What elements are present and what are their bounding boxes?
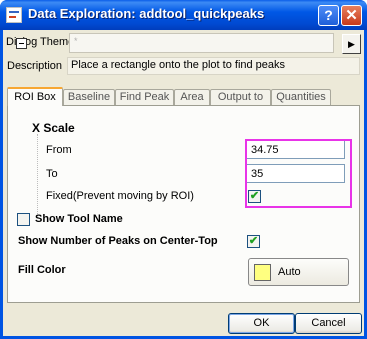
description-label: Description <box>7 60 63 72</box>
dialog-window: Data Exploration: addtool_quickpeaks ? ✕… <box>0 0 367 339</box>
tab-baseline[interactable]: Baseline <box>63 89 115 105</box>
fill-color-button[interactable]: Auto <box>248 258 349 286</box>
collapse-x-scale-icon[interactable] <box>16 38 27 49</box>
theme-menu-arrow-icon[interactable]: ▶ <box>342 34 361 54</box>
tab-quantities[interactable]: Quantities <box>271 89 331 105</box>
show-tool-name-checkbox[interactable] <box>17 213 30 226</box>
tab-roi-box[interactable]: ROI Box <box>7 87 63 106</box>
description-text: Place a rectangle onto the plot to find … <box>67 57 360 75</box>
window-title: Data Exploration: addtool_quickpeaks <box>28 6 265 21</box>
fill-color-label: Fill Color <box>18 264 66 276</box>
fill-color-swatch <box>254 264 271 281</box>
highlight-box <box>245 139 352 208</box>
from-label: From <box>46 144 72 156</box>
show-peaks-label: Show Number of Peaks on Center-Top <box>18 235 218 247</box>
cancel-button[interactable]: Cancel <box>295 313 362 334</box>
fixed-label: Fixed(Prevent moving by ROI) <box>46 190 194 202</box>
dialog-theme-combo[interactable]: * <box>69 33 334 53</box>
show-peaks-checkbox[interactable]: ✔ <box>247 235 260 248</box>
show-tool-name-label: Show Tool Name <box>35 213 123 225</box>
fill-color-value: Auto <box>278 266 301 278</box>
tab-find-peak[interactable]: Find Peak <box>115 89 174 105</box>
tab-output-to[interactable]: Output to <box>210 89 271 105</box>
help-button[interactable]: ? <box>318 5 339 26</box>
x-scale-label: X Scale <box>32 121 75 135</box>
app-icon <box>6 7 22 23</box>
ok-button[interactable]: OK <box>228 313 295 334</box>
close-button[interactable]: ✕ <box>341 5 362 26</box>
dialog-body: Dialog Theme * ▶ Description Place a rec… <box>3 30 364 336</box>
to-label: To <box>46 168 58 180</box>
title-bar[interactable]: Data Exploration: addtool_quickpeaks ? ✕ <box>0 0 367 30</box>
tab-area[interactable]: Area <box>174 89 210 105</box>
